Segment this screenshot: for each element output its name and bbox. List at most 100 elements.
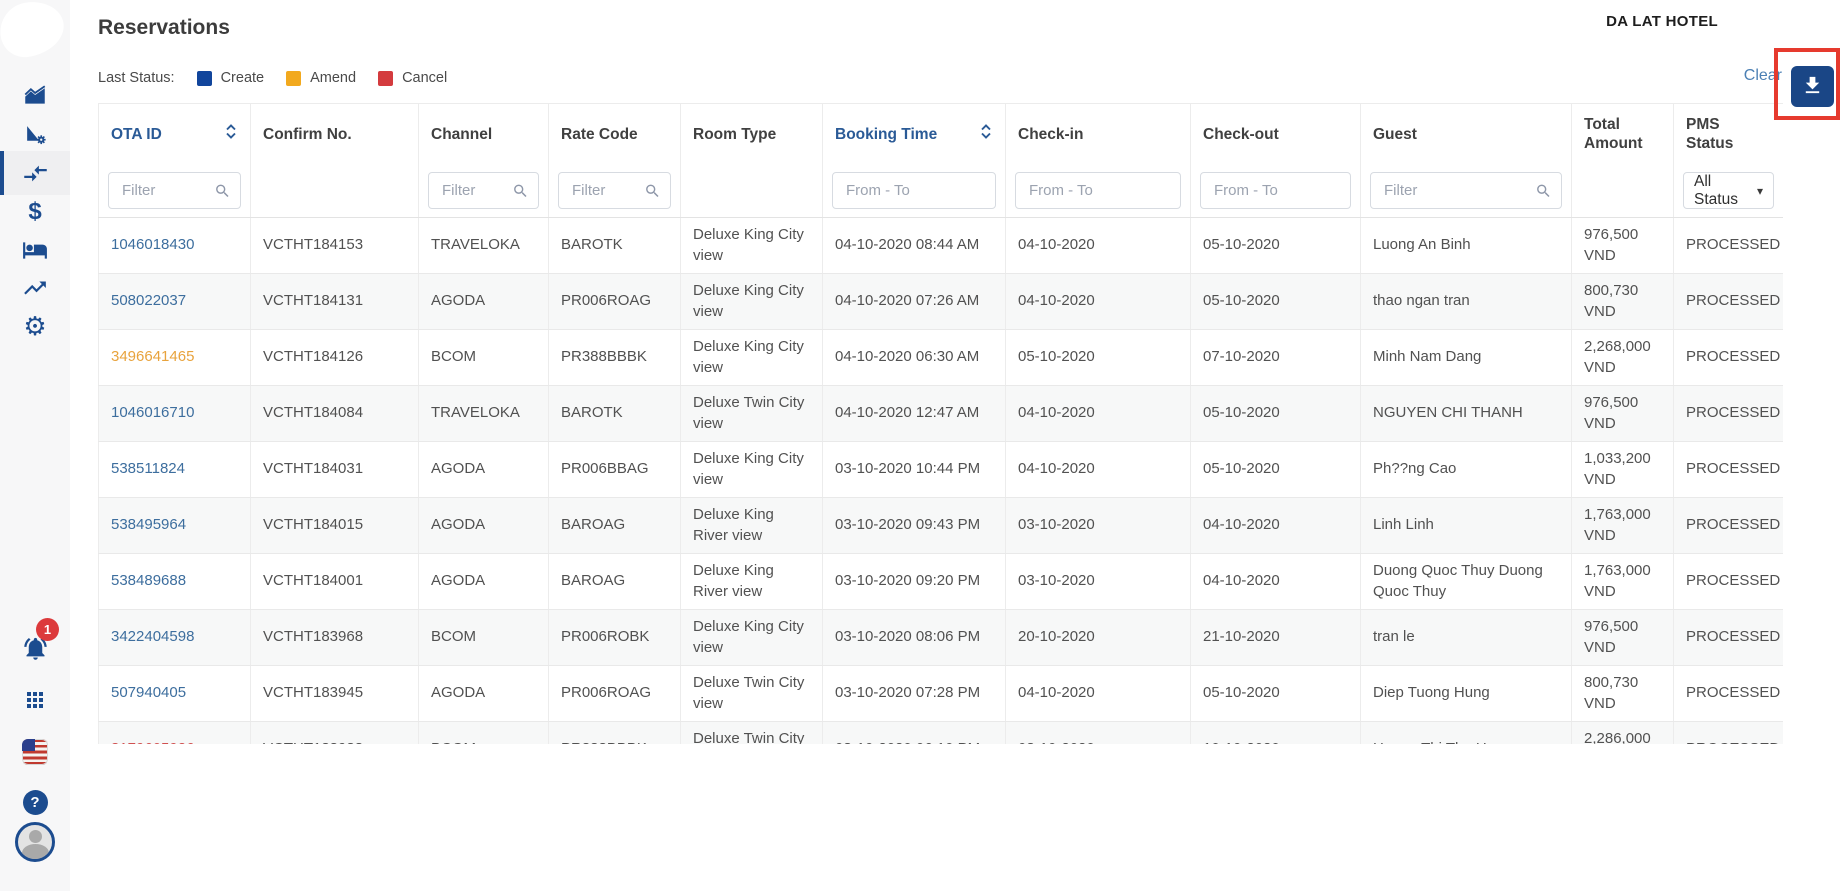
ota-id-link[interactable]: 3179605926 bbox=[99, 722, 251, 745]
guest-cell: Luong An Binh bbox=[1361, 218, 1572, 274]
checkin-cell: 03-10-2020 bbox=[1006, 554, 1191, 610]
help-button[interactable]: ? bbox=[0, 782, 70, 822]
app-root: $ ⚙ 1 ? bbox=[0, 0, 1846, 891]
column-header-checkout: Check-out bbox=[1191, 104, 1361, 165]
guest-cell: Diep Tuong Hung bbox=[1361, 666, 1572, 722]
status-cell: PROCESSED bbox=[1674, 666, 1784, 722]
notification-badge: 1 bbox=[36, 618, 59, 641]
apps-grid-icon bbox=[23, 688, 47, 712]
channel-cell: AGODA bbox=[419, 666, 549, 722]
sort-icon[interactable] bbox=[979, 122, 993, 146]
status-cell: PROCESSED bbox=[1674, 218, 1784, 274]
booking-filter-input[interactable] bbox=[832, 172, 996, 209]
channel-cell: BCOM bbox=[419, 722, 549, 745]
language-button[interactable] bbox=[0, 732, 70, 772]
ota-filter-input[interactable] bbox=[108, 172, 241, 209]
rooms-bed-icon bbox=[22, 237, 48, 263]
checkin-cell: 20-10-2020 bbox=[1006, 610, 1191, 666]
sidebar-item-settings[interactable]: ⚙ bbox=[0, 306, 70, 346]
ota-id-link[interactable]: 507940405 bbox=[99, 666, 251, 722]
room-cell: Deluxe King River view bbox=[681, 554, 823, 610]
sidebar-item-rates[interactable] bbox=[0, 114, 70, 154]
checkin-cell: 03-10-2020 bbox=[1006, 722, 1191, 745]
column-header-confirm: Confirm No. bbox=[251, 104, 419, 165]
table-row: 508022037VCTHT184131AGODAPR006ROAGDeluxe… bbox=[99, 274, 1784, 330]
help-icon: ? bbox=[23, 790, 48, 815]
column-header-booking[interactable]: Booking Time bbox=[823, 104, 1006, 165]
status-cell: PROCESSED bbox=[1674, 442, 1784, 498]
rates-flag-gear-icon bbox=[23, 122, 48, 147]
room-cell: Deluxe King River view bbox=[681, 498, 823, 554]
sidebar-item-finance[interactable]: $ bbox=[0, 192, 70, 232]
checkin-filter-input[interactable] bbox=[1015, 172, 1181, 209]
pms-status-selected-value: All Status bbox=[1694, 173, 1747, 209]
sort-icon[interactable] bbox=[224, 122, 238, 146]
table-row: 538511824VCTHT184031AGODAPR006BBAGDeluxe… bbox=[99, 442, 1784, 498]
booking-cell: 04-10-2020 08:44 AM bbox=[823, 218, 1006, 274]
ota-id-link[interactable]: 538489688 bbox=[99, 554, 251, 610]
last-status-legend: Last Status: Create Amend Cancel bbox=[98, 70, 447, 86]
sidebar-item-reservations[interactable] bbox=[0, 153, 70, 193]
app-logo[interactable] bbox=[0, 0, 68, 61]
column-header-label: Check-in bbox=[1018, 125, 1083, 144]
sidebar: $ ⚙ 1 ? bbox=[0, 0, 70, 891]
column-header-label: PMS Status bbox=[1686, 115, 1771, 154]
guest-filter-input[interactable] bbox=[1370, 172, 1562, 209]
rate-cell: PR388BBBK bbox=[549, 330, 681, 386]
rate-filter-input[interactable] bbox=[558, 172, 671, 209]
rate-cell: PR006ROBK bbox=[549, 610, 681, 666]
notifications-button[interactable] bbox=[0, 628, 70, 668]
sidebar-item-dashboard[interactable] bbox=[0, 75, 70, 115]
guest-cell: Minh Nam Dang bbox=[1361, 330, 1572, 386]
clear-filters-link[interactable]: Clear bbox=[1744, 67, 1782, 85]
download-button[interactable] bbox=[1791, 66, 1834, 107]
ota-id-link[interactable]: 538511824 bbox=[99, 442, 251, 498]
sidebar-item-rooms[interactable] bbox=[0, 230, 70, 270]
ota-id-link[interactable]: 538495964 bbox=[99, 498, 251, 554]
ota-id-link[interactable]: 508022037 bbox=[99, 274, 251, 330]
ota-id-link[interactable]: 3496641465 bbox=[99, 330, 251, 386]
room-cell: Deluxe King City view bbox=[681, 442, 823, 498]
checkout-filter-input[interactable] bbox=[1200, 172, 1351, 209]
column-header-ota[interactable]: OTA ID bbox=[99, 104, 251, 165]
channel-cell: TRAVELOKA bbox=[419, 386, 549, 442]
rate-cell: BAROAG bbox=[549, 498, 681, 554]
rate-cell: PR006BBAG bbox=[549, 442, 681, 498]
table-row: 538489688VCTHT184001AGODABAROAGDeluxe Ki… bbox=[99, 554, 1784, 610]
column-header-label: Rate Code bbox=[561, 125, 638, 144]
status-cell: PROCESSED bbox=[1674, 498, 1784, 554]
channel-filter-input[interactable] bbox=[428, 172, 539, 209]
cancel-color-swatch bbox=[378, 71, 393, 86]
column-header-label: Channel bbox=[431, 125, 492, 144]
amount-cell: 976,500 VND bbox=[1572, 610, 1674, 666]
checkout-cell: 10-10-2020 bbox=[1191, 722, 1361, 745]
table-row: 3422404598VCTHT183968BCOMPR006ROBKDeluxe… bbox=[99, 610, 1784, 666]
create-color-swatch bbox=[197, 71, 212, 86]
user-menu-button[interactable] bbox=[0, 822, 70, 862]
pms-status-select[interactable]: All Status ▾ bbox=[1683, 172, 1774, 209]
ota-id-link[interactable]: 1046018430 bbox=[99, 218, 251, 274]
checkin-cell: 04-10-2020 bbox=[1006, 666, 1191, 722]
amount-cell: 1,033,200 VND bbox=[1572, 442, 1674, 498]
column-header-rate: Rate Code bbox=[549, 104, 681, 165]
column-header-amount: Total Amount bbox=[1572, 104, 1674, 165]
checkout-cell: 05-10-2020 bbox=[1191, 442, 1361, 498]
amount-cell: 1,763,000 VND bbox=[1572, 498, 1674, 554]
confirm-cell: VCTHT183933 bbox=[251, 722, 419, 745]
amount-cell: 2,286,000 VND bbox=[1572, 722, 1674, 745]
chevron-down-icon: ▾ bbox=[1757, 184, 1763, 198]
checkout-cell: 21-10-2020 bbox=[1191, 610, 1361, 666]
checkout-cell: 04-10-2020 bbox=[1191, 498, 1361, 554]
checkin-cell: 03-10-2020 bbox=[1006, 498, 1191, 554]
room-cell: Deluxe King City view bbox=[681, 218, 823, 274]
checkout-cell: 04-10-2020 bbox=[1191, 554, 1361, 610]
ota-id-link[interactable]: 1046016710 bbox=[99, 386, 251, 442]
table-row: 538495964VCTHT184015AGODABAROAGDeluxe Ki… bbox=[99, 498, 1784, 554]
guest-cell: thao ngan tran bbox=[1361, 274, 1572, 330]
sidebar-item-analytics[interactable] bbox=[0, 268, 70, 308]
checkin-cell: 04-10-2020 bbox=[1006, 274, 1191, 330]
apps-button[interactable] bbox=[0, 680, 70, 720]
ota-id-link[interactable]: 3422404598 bbox=[99, 610, 251, 666]
checkin-cell: 04-10-2020 bbox=[1006, 442, 1191, 498]
legend-item-label: Create bbox=[221, 70, 265, 86]
